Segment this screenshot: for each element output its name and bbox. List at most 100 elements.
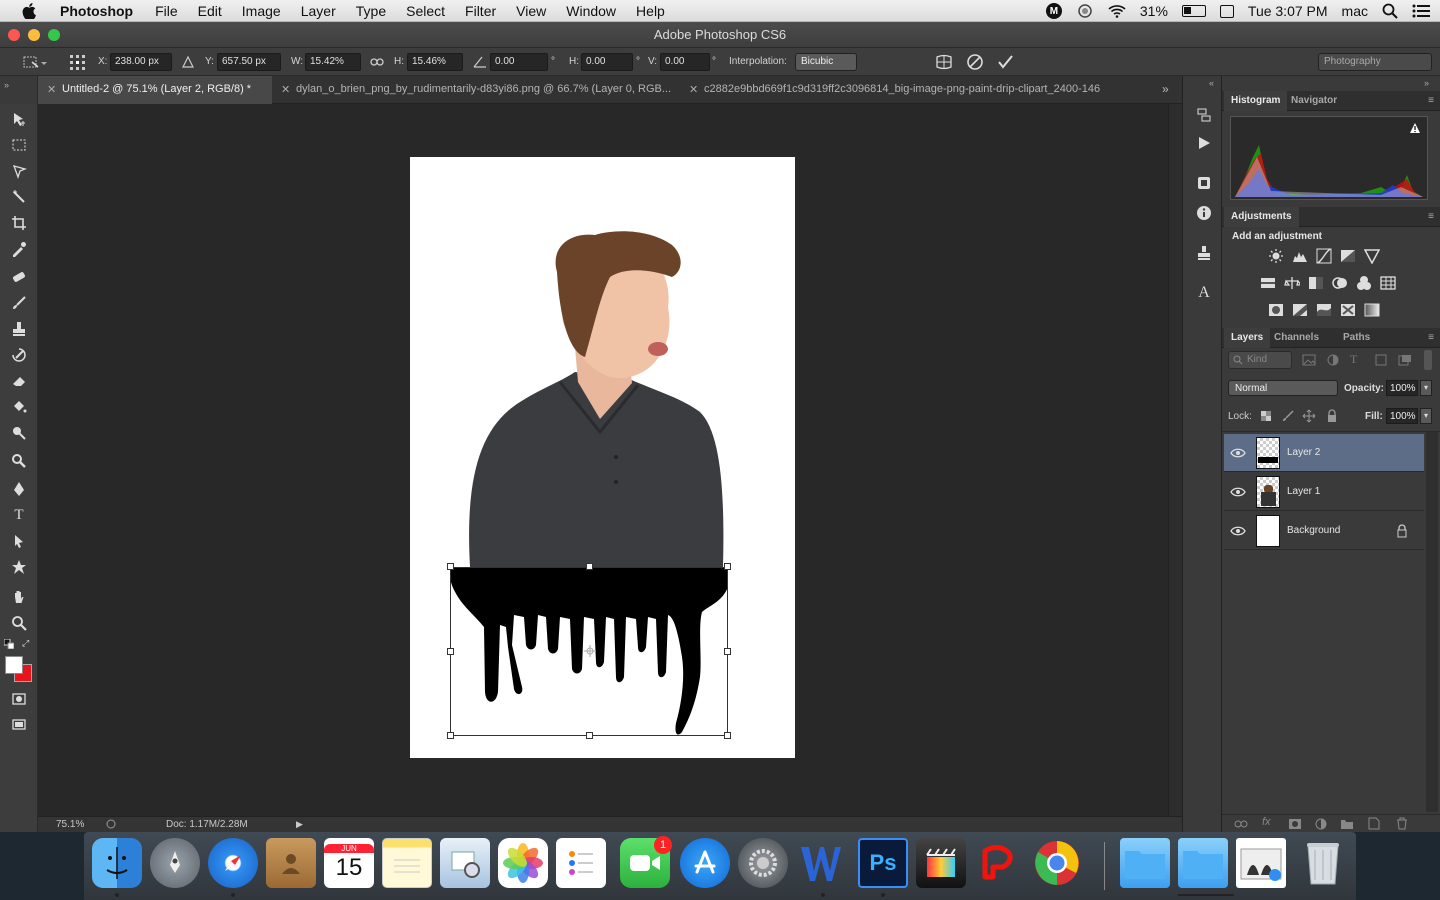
commit-transform-icon[interactable] [996,53,1014,71]
curves-icon[interactable] [1316,248,1332,264]
hue-saturation-icon[interactable] [1260,275,1276,291]
adjustments-panel-menu-icon[interactable]: ≡ [1428,211,1434,222]
reference-point-icon[interactable] [68,53,88,71]
black-white-icon[interactable] [1308,275,1324,291]
system-preferences-icon[interactable] [738,838,788,888]
filter-type-icon[interactable]: T [1350,352,1357,367]
status-info-icon[interactable] [106,819,116,829]
transform-handle-top-left[interactable] [447,563,454,570]
menu-type[interactable]: Type [346,0,396,22]
tab-dylan-png[interactable]: ✕ dylan_o_brien_png_by_rudimentarily-d83… [272,76,680,104]
fill-input[interactable]: 100% [1386,408,1418,424]
opacity-dropdown-icon[interactable]: ▾ [1420,380,1432,396]
pen-tool-icon[interactable] [7,478,31,500]
layer-name[interactable]: Layer 1 [1287,486,1320,497]
x-position-input[interactable]: 238.00 px [110,53,172,71]
character-panel-icon[interactable]: A [1193,282,1215,304]
battery-icon[interactable] [1181,5,1206,17]
trash-icon[interactable] [1298,838,1348,888]
safari-icon[interactable] [208,838,258,888]
status-menu-arrow-icon[interactable]: ▶ [296,819,303,830]
menu-image[interactable]: Image [232,0,291,22]
threshold-icon[interactable] [1316,302,1332,318]
transform-handle-top-right[interactable] [724,563,731,570]
lock-pixels-icon[interactable] [1282,410,1294,422]
app-store-icon[interactable] [680,838,730,888]
delete-layer-icon[interactable] [1396,817,1408,830]
invert-icon[interactable] [1268,302,1284,318]
gradient-map-icon[interactable] [1364,302,1380,318]
layer-row-layer-1[interactable]: Layer 1 [1224,473,1424,511]
filter-shape-icon[interactable] [1374,354,1388,366]
menu-help[interactable]: Help [626,0,675,22]
tab-paint-drip-png[interactable]: ✕ c2882e9bbd669f1c9d319ff2c3096814_big-i… [680,76,1146,104]
layer-row-background[interactable]: Background [1224,512,1424,550]
tab-channels[interactable]: Channels [1267,328,1326,348]
brush-tool-icon[interactable] [7,292,31,314]
blend-mode-select[interactable]: Normal [1228,380,1338,396]
history-panel-icon[interactable] [1193,104,1215,126]
path-selection-tool-icon[interactable] [7,530,31,552]
photos-icon[interactable] [498,838,548,888]
eyedropper-tool-icon[interactable] [7,238,31,260]
histogram-panel-menu-icon[interactable]: ≡ [1428,95,1434,106]
zoom-window-button[interactable] [48,29,60,41]
clone-stamp-tool-icon[interactable] [7,318,31,340]
menu-select[interactable]: Select [396,0,455,22]
actions-panel-icon[interactable] [1193,132,1215,154]
tab-paths[interactable]: Paths [1336,328,1377,348]
color-lookup-icon[interactable] [1380,275,1396,291]
transform-center-icon[interactable] [584,645,596,657]
healing-brush-tool-icon[interactable] [7,266,31,288]
transform-handle-right[interactable] [724,648,731,655]
layers-scrollbar[interactable] [1426,432,1438,812]
marquee-tool-icon[interactable] [7,134,31,156]
info-panel-icon[interactable] [1193,202,1215,224]
add-mask-icon[interactable] [1288,818,1302,830]
collapse-panels-icon[interactable]: » [1424,78,1429,88]
menubar-user[interactable]: mac [1342,3,1368,19]
chrome-icon[interactable] [1032,838,1082,888]
tab-navigator[interactable]: Navigator [1284,91,1344,111]
launchpad-icon[interactable] [150,838,200,888]
close-tab-icon[interactable]: ✕ [689,83,698,96]
v-skew-input[interactable]: 0.00 [660,53,710,71]
layers-panel-menu-icon[interactable]: ≡ [1428,332,1434,343]
new-adjustment-layer-icon[interactable] [1314,818,1328,830]
close-tab-icon[interactable]: ✕ [281,83,290,96]
notes-icon[interactable] [382,838,432,888]
filter-pixel-icon[interactable] [1302,354,1316,366]
visibility-eye-icon[interactable] [1230,523,1246,539]
minimize-window-button[interactable] [28,29,40,41]
close-tab-icon[interactable]: ✕ [47,83,56,96]
zoom-level[interactable]: 75.1% [56,819,84,830]
lock-transparent-icon[interactable] [1260,410,1272,422]
filter-adjustment-icon[interactable] [1326,354,1340,366]
transform-handle-bottom[interactable] [586,732,593,739]
menu-edit[interactable]: Edit [188,0,232,22]
apple-icon[interactable] [18,0,40,22]
contacts-icon[interactable] [266,838,316,888]
brush-presets-panel-icon[interactable] [1193,172,1215,194]
dodge-tool-icon[interactable] [7,422,31,444]
link-layers-icon[interactable] [1234,818,1248,830]
exposure-icon[interactable] [1340,248,1356,264]
warp-mode-icon[interactable] [934,53,954,71]
levels-icon[interactable] [1292,248,1308,264]
tool-preset-picker[interactable] [22,54,48,70]
zoom-tool-icon[interactable] [7,612,31,634]
menubar-clock[interactable]: Tue 3:07 PM [1248,3,1328,19]
workspace-switcher[interactable]: Photography [1318,53,1432,71]
posterize-icon[interactable] [1292,302,1308,318]
layer-style-icon[interactable]: fx [1262,816,1271,828]
photoshop-icon[interactable]: Ps [858,838,908,888]
filter-toggle-switch[interactable] [1424,350,1432,370]
photo-filter-icon[interactable] [1332,275,1348,291]
lasso-tool-icon[interactable] [7,160,31,182]
crop-tool-icon[interactable] [7,212,31,234]
filter-smart-object-icon[interactable] [1398,354,1412,366]
menu-filter[interactable]: Filter [455,0,506,22]
final-cut-icon[interactable] [916,838,966,888]
move-tool-icon[interactable] [7,108,31,130]
zoom-blur-tool-icon[interactable] [7,450,31,472]
